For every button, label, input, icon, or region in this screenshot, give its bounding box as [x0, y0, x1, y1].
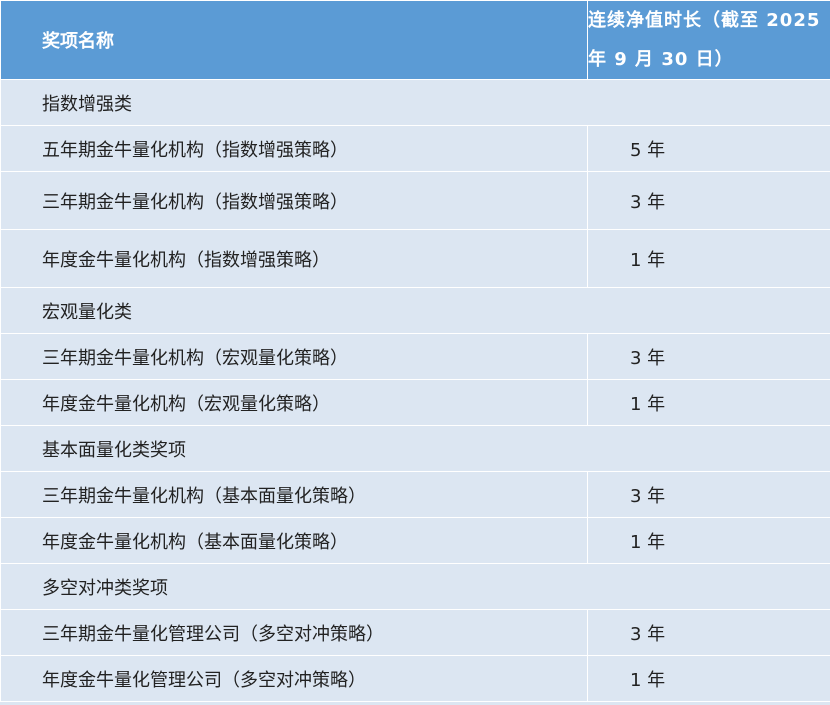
table-row: 三年期金牛量化机构（基本面量化策略） 3 年 — [0, 471, 830, 518]
column-header-duration: 连续净值时长（截至 2025 年 9 月 30 日） — [587, 0, 830, 80]
duration-cell: 1 年 — [587, 379, 830, 426]
column-header-award-name: 奖项名称 — [0, 0, 588, 80]
award-name-cell: 五年期金牛量化机构（指数增强策略） — [0, 125, 588, 172]
table-row: 年度金牛量化机构（宏观量化策略） 1 年 — [0, 379, 830, 426]
duration-cell: 1 年 — [587, 655, 830, 702]
table-row: 年度金牛量化管理公司（多空对冲策略） 1 年 — [0, 655, 830, 702]
award-name-cell: 年度金牛量化机构（指数增强策略） — [0, 229, 588, 288]
category-row: 基本面量化类奖项 — [0, 425, 830, 472]
duration-cell: 3 年 — [587, 171, 830, 230]
table-row: 年度金牛量化机构（基本面量化策略） 1 年 — [0, 517, 830, 564]
table-row: 三年期金牛量化管理公司（多空对冲策略） 3 年 — [0, 609, 830, 656]
award-name-cell: 年度金牛量化管理公司（多空对冲策略） — [0, 655, 588, 702]
table-row: 五年期金牛量化机构（指数增强策略） 5 年 — [0, 125, 830, 172]
award-name-cell: 三年期金牛量化机构（指数增强策略） — [0, 171, 588, 230]
table-header-row: 奖项名称 连续净值时长（截至 2025 年 9 月 30 日） — [0, 0, 830, 80]
duration-cell: 3 年 — [587, 609, 830, 656]
table-row: 三年期金牛量化机构（指数增强策略） 3 年 — [0, 171, 830, 230]
duration-cell: 3 年 — [587, 471, 830, 518]
category-row: 多空对冲类奖项 — [0, 563, 830, 610]
category-row: 宏观量化类 — [0, 287, 830, 334]
table-row: 三年期金牛量化机构（宏观量化策略） 3 年 — [0, 333, 830, 380]
award-name-cell: 年度金牛量化机构（宏观量化策略） — [0, 379, 588, 426]
category-label: 基本面量化类奖项 — [0, 425, 830, 472]
category-label: 指数增强类 — [0, 79, 830, 126]
awards-table: 奖项名称 连续净值时长（截至 2025 年 9 月 30 日） 指数增强类 五年… — [0, 0, 830, 702]
award-name-cell: 三年期金牛量化管理公司（多空对冲策略） — [0, 609, 588, 656]
duration-cell: 3 年 — [587, 333, 830, 380]
award-name-cell: 年度金牛量化机构（基本面量化策略） — [0, 517, 588, 564]
category-row: 指数增强类 — [0, 79, 830, 126]
table-row: 年度金牛量化机构（指数增强策略） 1 年 — [0, 229, 830, 288]
duration-cell: 1 年 — [587, 517, 830, 564]
award-name-cell: 三年期金牛量化机构（基本面量化策略） — [0, 471, 588, 518]
category-label: 宏观量化类 — [0, 287, 830, 334]
category-label: 多空对冲类奖项 — [0, 563, 830, 610]
duration-cell: 1 年 — [587, 229, 830, 288]
award-name-cell: 三年期金牛量化机构（宏观量化策略） — [0, 333, 588, 380]
duration-cell: 5 年 — [587, 125, 830, 172]
